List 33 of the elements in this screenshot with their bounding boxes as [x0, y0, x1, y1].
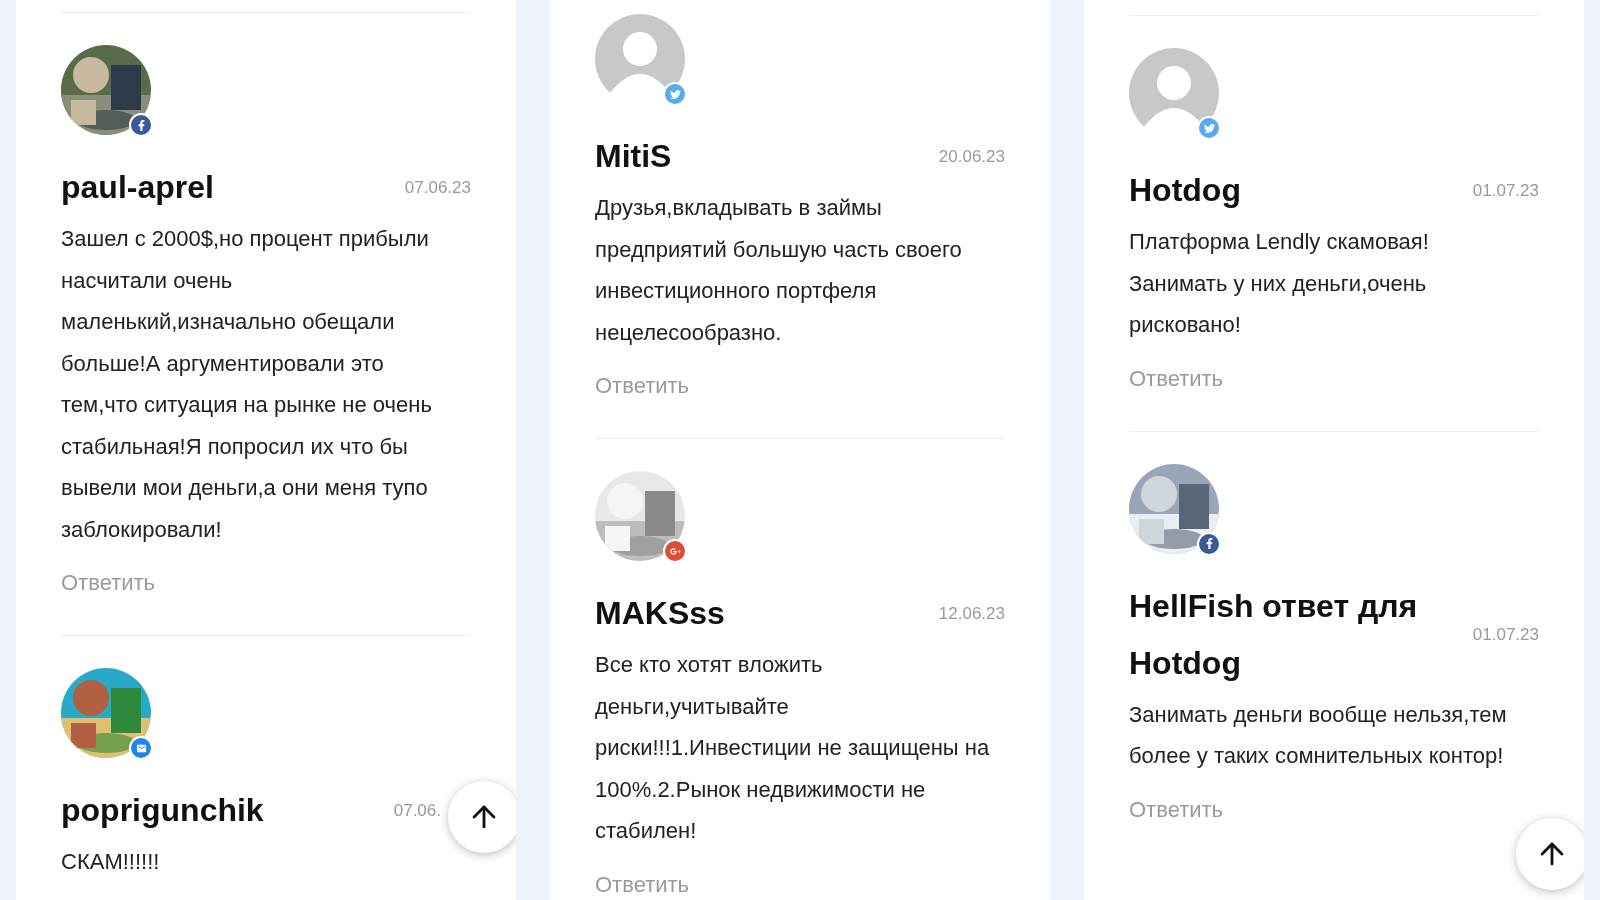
author-name: MitiS: [595, 137, 672, 176]
comment-text: СКАМ!!!!!!: [61, 848, 161, 876]
reply-link[interactable]: Ответить: [595, 369, 690, 402]
network-badge-icon: [129, 736, 153, 760]
user-avatar-icon: [595, 14, 685, 104]
comment-date: 01.07.23: [1472, 623, 1539, 646]
reply-link[interactable]: Ответить: [595, 867, 690, 900]
comment-date: 20.06.23: [938, 145, 1005, 168]
author-name: poprigunchik: [61, 791, 264, 830]
network-badge-icon: [1197, 116, 1221, 140]
comment-text: Платформа Lendly скамовая! Занимать у них деньги,очень рисковано!: [1129, 228, 1430, 339]
author-name: paul-aprel: [61, 168, 214, 207]
scroll-top-button[interactable]: [1516, 818, 1584, 890]
scroll-top-button[interactable]: [448, 781, 516, 853]
reply-link[interactable]: Ответить: [1129, 792, 1224, 826]
comment-text: Занимать деньги вообще нельзя,тем более у таких сомнительных контор!: [1129, 700, 1508, 770]
comment-date: 12.06.23: [938, 602, 1005, 625]
comment-text: Зашел с 2000$,но процент прибыли насчитали очень маленький,изначально обещали больше!А аргументировали это тем,что ситуация на рынке не очень стабильная!Я попросил их что бы вывели мои деньги,а они меня тупо заблокировали!: [61, 225, 433, 544]
network-badge-icon: [129, 113, 153, 137]
author-name: Hotdog: [1129, 171, 1241, 210]
comment-date: 07.06.: [393, 799, 441, 822]
comment-text: Друзья,вкладывать в займы предприятий большую часть своего инвестиционного портфеля нецелесообразно.: [595, 194, 963, 347]
network-badge-icon: [663, 539, 687, 563]
author-name: MAKSss: [595, 594, 725, 633]
author-name: HellFish ответ для Hotdog: [1129, 586, 1419, 683]
user-avatar-icon: [1129, 48, 1219, 138]
reply-link[interactable]: Ответить: [61, 566, 156, 599]
network-badge-icon: [1197, 531, 1221, 556]
comment-text: Все кто хотят вложить деньги,учитывайте риски!!!1.Инвестиции не защищены на 100%.2.Рынок недвижимости не стабилен!: [595, 651, 991, 845]
comment-date: 01.07.23: [1472, 179, 1539, 202]
network-badge-icon: [663, 82, 687, 106]
comment-date: 07.06.23: [404, 176, 471, 199]
reply-link[interactable]: Ответить: [1129, 361, 1224, 395]
